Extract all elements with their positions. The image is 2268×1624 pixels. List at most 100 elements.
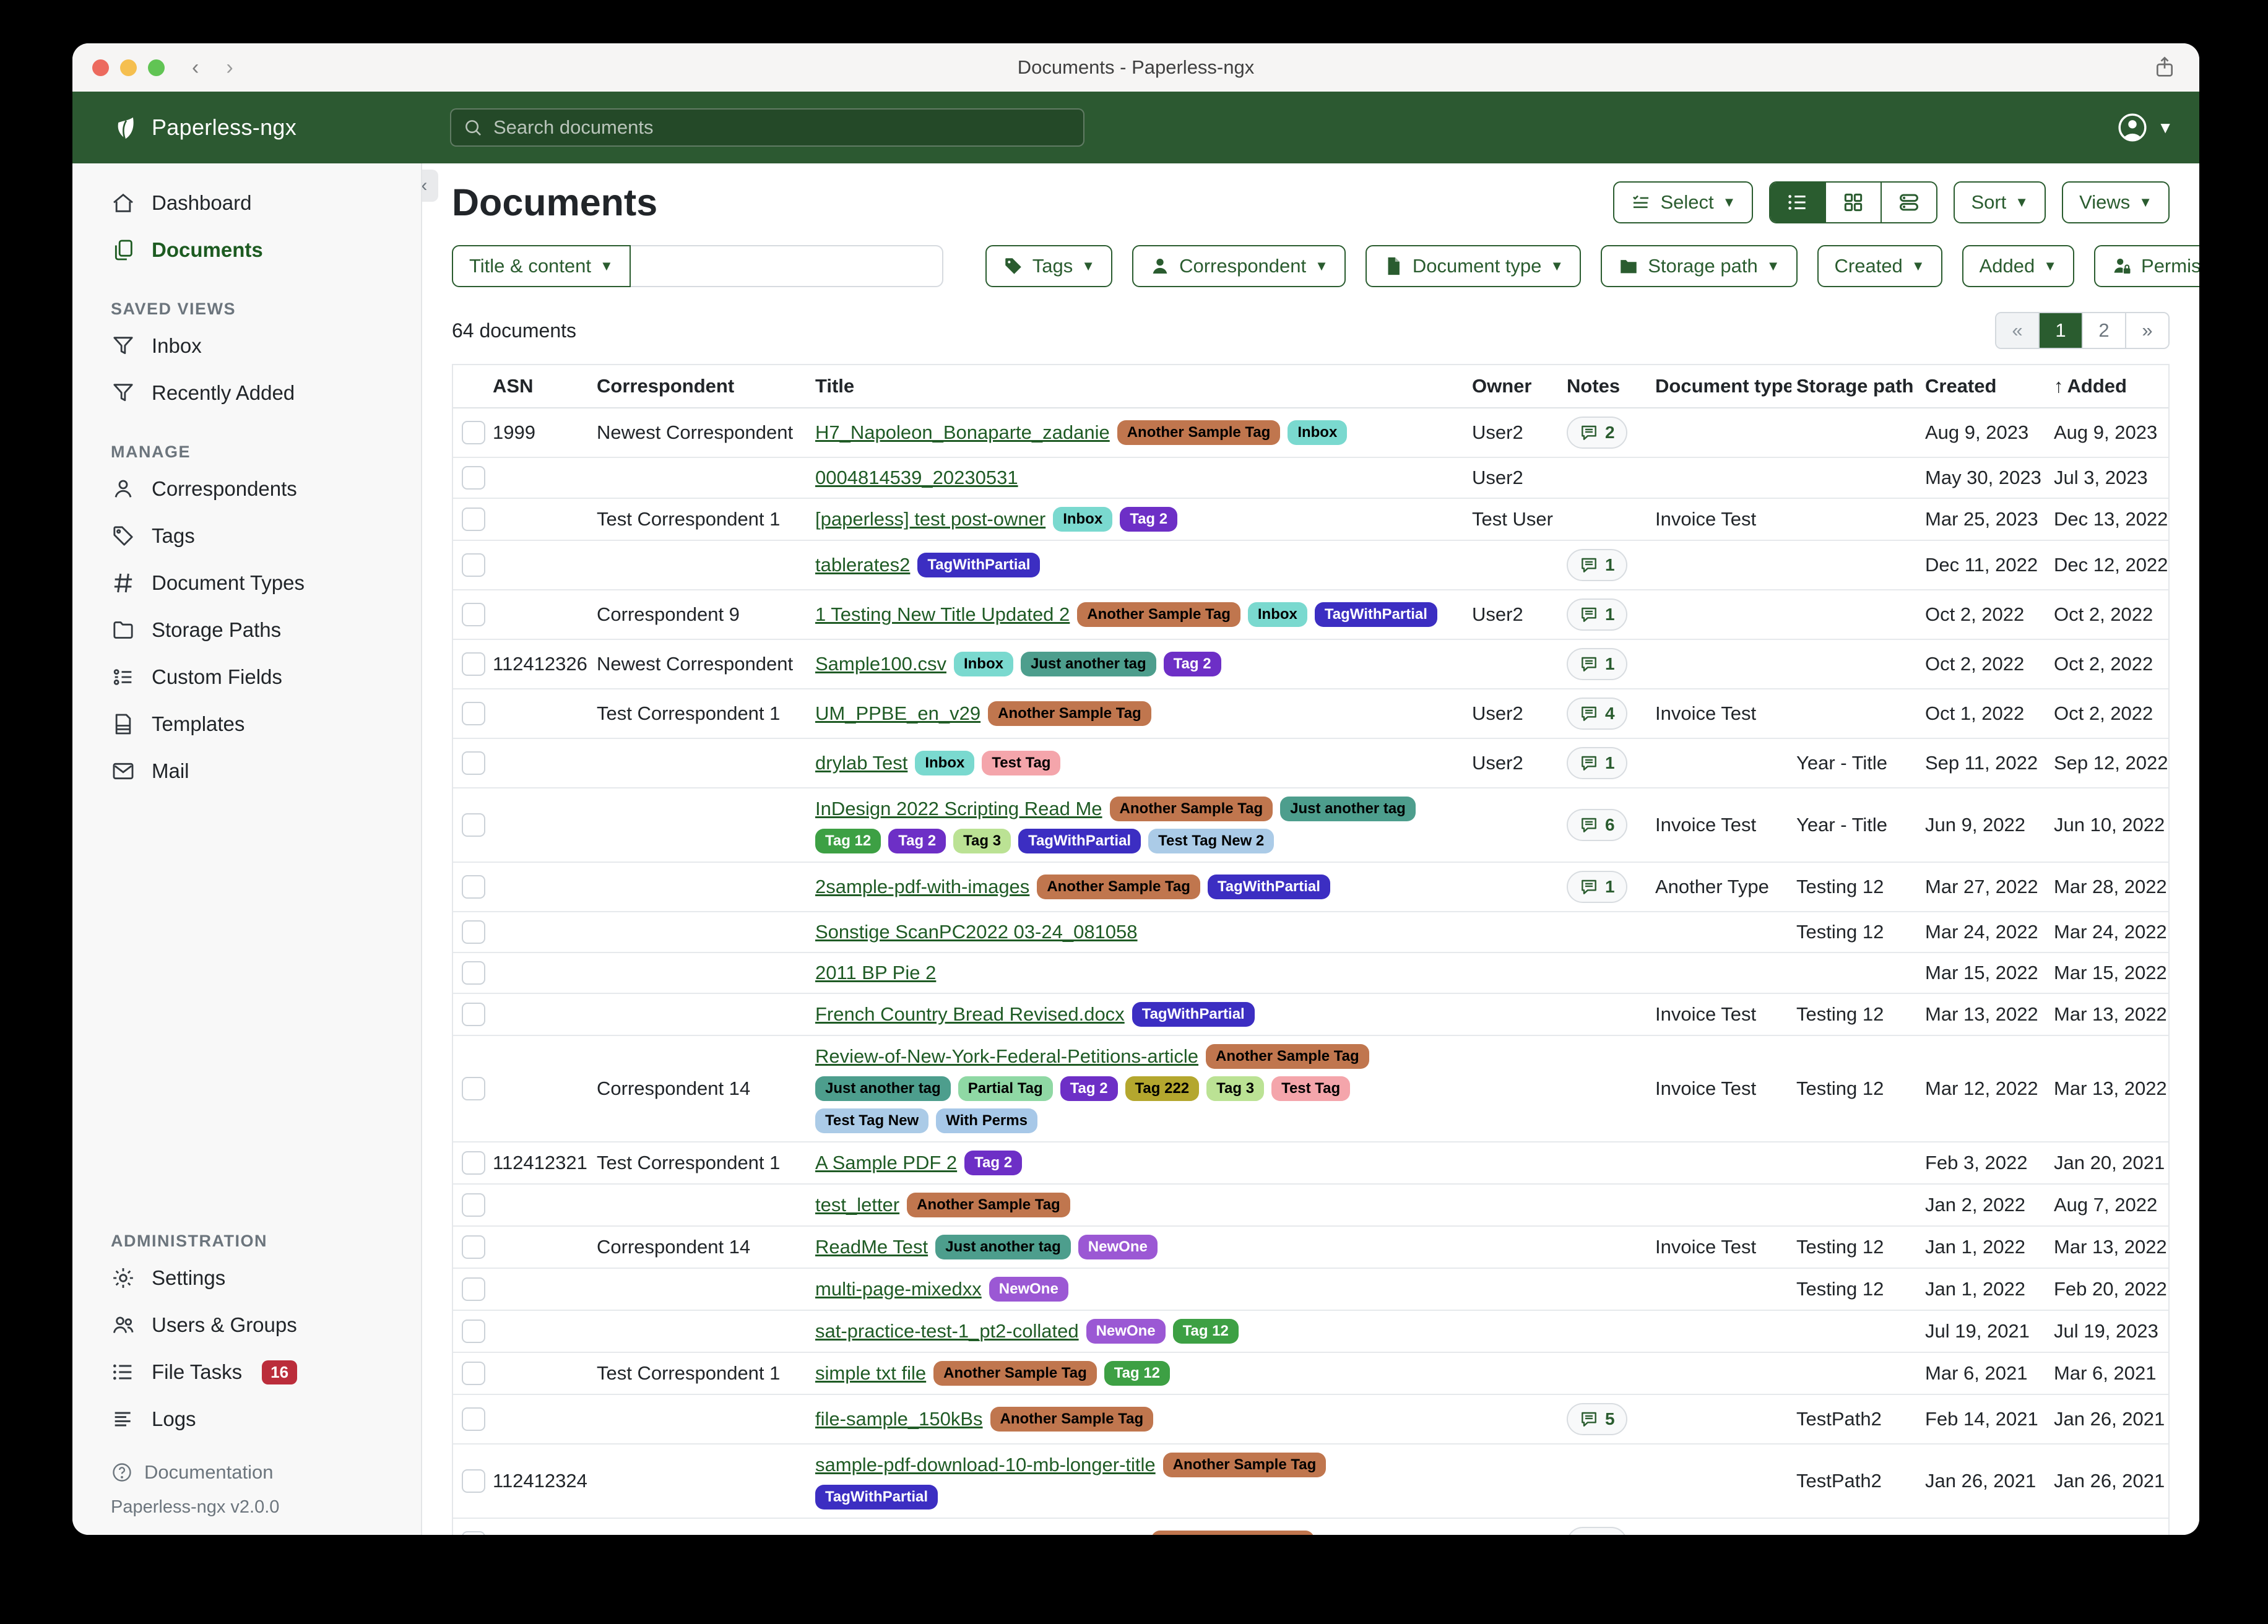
row-checkbox[interactable] — [462, 421, 485, 444]
added-filter-button[interactable]: Added ▼ — [1962, 245, 2074, 287]
document-link[interactable]: ReadMe Test — [815, 1236, 928, 1258]
sidebar-item-storage-paths[interactable]: Storage Paths — [72, 607, 421, 654]
sidebar-collapse-button[interactable]: « — [422, 170, 438, 202]
sidebar-item-recently-added[interactable]: Recently Added — [72, 369, 421, 417]
created-filter-button[interactable]: Created ▼ — [1817, 245, 1942, 287]
sidebar-item-users-groups[interactable]: Users & Groups — [72, 1302, 421, 1349]
tag-badge[interactable]: TagWithPartial — [1018, 829, 1141, 853]
tag-badge[interactable]: Just another tag — [1280, 797, 1416, 821]
document-link[interactable]: Sample100.csv — [815, 653, 946, 675]
sidebar-item-correspondents[interactable]: Correspondents — [72, 465, 421, 512]
document-link[interactable]: sample-pdf-download-10-mb copy_red — [815, 1532, 1144, 1535]
tags-filter-button[interactable]: Tags ▼ — [985, 245, 1112, 287]
tag-badge[interactable]: Tag 12 — [1173, 1319, 1239, 1344]
row-checkbox[interactable] — [462, 702, 485, 725]
sidebar-item-file-tasks[interactable]: File Tasks16 — [72, 1349, 421, 1396]
row-checkbox[interactable] — [462, 1407, 485, 1431]
tag-badge[interactable]: Just another tag — [815, 1076, 951, 1101]
list-view-button[interactable] — [1770, 183, 1826, 222]
tag-badge[interactable]: Another Sample Tag — [1077, 602, 1240, 627]
tag-badge[interactable]: Another Sample Tag — [1117, 420, 1281, 445]
column-header-notes[interactable]: Notes — [1567, 375, 1650, 397]
tag-badge[interactable]: Tag 12 — [1104, 1361, 1170, 1386]
tag-badge[interactable]: Another Sample Tag — [1037, 875, 1200, 899]
document-link[interactable]: [paperless] test post-owner — [815, 508, 1045, 530]
tag-badge[interactable]: Tag 2 — [888, 829, 946, 853]
pagination-page-2[interactable]: 2 — [2083, 313, 2126, 348]
tag-badge[interactable]: TagWithPartial — [917, 553, 1040, 577]
document-link[interactable]: A Sample PDF 2 — [815, 1152, 957, 1174]
tag-badge[interactable]: Just another tag — [935, 1235, 1071, 1259]
tag-badge[interactable]: Another Sample Tag — [1206, 1044, 1369, 1069]
document-link[interactable]: UM_PPBE_en_v29 — [815, 702, 980, 725]
row-checkbox[interactable] — [462, 1469, 485, 1493]
tag-badge[interactable]: Tag 12 — [815, 829, 881, 853]
document-link[interactable]: test_letter — [815, 1194, 899, 1216]
views-button[interactable]: Views ▼ — [2062, 181, 2170, 223]
document-link[interactable]: 0004814539_20230531 — [815, 467, 1018, 489]
tag-badge[interactable]: Another Sample Tag — [1110, 797, 1273, 821]
title-content-input[interactable] — [631, 245, 943, 287]
document-link[interactable]: 2sample-pdf-with-images — [815, 876, 1029, 898]
tag-badge[interactable]: Inbox — [954, 652, 1013, 676]
correspondent-filter-button[interactable]: Correspondent ▼ — [1132, 245, 1346, 287]
sidebar-item-custom-fields[interactable]: Custom Fields — [72, 654, 421, 701]
column-header-storage-path[interactable]: Storage path — [1796, 375, 1920, 397]
sidebar-item-mail[interactable]: Mail — [72, 748, 421, 795]
row-checkbox[interactable] — [462, 813, 485, 837]
notes-badge[interactable]: 5 — [1567, 1403, 1627, 1435]
tag-badge[interactable]: Tag 3 — [953, 829, 1011, 853]
tag-badge[interactable]: TagWithPartial — [1315, 602, 1437, 627]
tag-badge[interactable]: Inbox — [1288, 420, 1347, 445]
row-checkbox[interactable] — [462, 1003, 485, 1026]
tag-badge[interactable]: Inbox — [1053, 507, 1112, 532]
title-content-dropdown[interactable]: Title & content ▼ — [452, 245, 631, 287]
tag-badge[interactable]: Tag 2 — [1060, 1076, 1118, 1101]
tag-badge[interactable]: Another Sample Tag — [933, 1361, 1097, 1386]
document-link[interactable]: 2011 BP Pie 2 — [815, 962, 936, 984]
row-checkbox[interactable] — [462, 652, 485, 676]
tag-badge[interactable]: Another Sample Tag — [907, 1193, 1070, 1217]
sidebar-item-documents[interactable]: Documents — [72, 227, 421, 274]
back-icon[interactable]: ‹ — [192, 56, 199, 80]
document-link[interactable]: sample-pdf-download-10-mb-longer-title — [815, 1454, 1156, 1476]
notes-badge[interactable]: 2 — [1567, 417, 1627, 449]
column-header-document-type[interactable]: Document type — [1655, 375, 1791, 397]
notes-badge[interactable]: 1 — [1567, 747, 1627, 779]
pagination-next-button[interactable]: » — [2126, 313, 2168, 348]
notes-badge[interactable]: 1 — [1567, 871, 1627, 903]
tag-badge[interactable]: Another Sample Tag — [1151, 1531, 1315, 1535]
row-checkbox[interactable] — [462, 1151, 485, 1175]
permissions-filter-button[interactable]: Permissions ▼ — [2094, 245, 2199, 287]
sidebar-item-inbox[interactable]: Inbox — [72, 322, 421, 369]
search-input[interactable] — [492, 116, 1072, 139]
storage-path-filter-button[interactable]: Storage path ▼ — [1601, 245, 1797, 287]
tag-badge[interactable]: TagWithPartial — [815, 1485, 938, 1510]
tag-badge[interactable]: Test Tag New — [815, 1108, 928, 1133]
document-link[interactable]: sat-practice-test-1_pt2-collated — [815, 1320, 1079, 1342]
detail-view-button[interactable] — [1882, 183, 1936, 222]
row-checkbox[interactable] — [462, 1277, 485, 1301]
column-header-added[interactable]: ↑Added — [2054, 375, 2168, 397]
row-checkbox[interactable] — [462, 466, 485, 490]
tag-badge[interactable]: Tag 222 — [1125, 1076, 1200, 1101]
notes-badge[interactable]: 1 — [1567, 598, 1627, 631]
tag-badge[interactable]: Test Tag New 2 — [1148, 829, 1274, 853]
tag-badge[interactable]: Another Sample Tag — [988, 701, 1151, 726]
share-icon[interactable] — [2152, 55, 2177, 80]
tag-badge[interactable]: Tag 3 — [1206, 1076, 1264, 1101]
tag-badge[interactable]: Another Sample Tag — [1163, 1453, 1327, 1477]
brand[interactable]: Paperless-ngx — [111, 113, 296, 142]
tag-badge[interactable]: NewOne — [1086, 1319, 1166, 1344]
tag-badge[interactable]: Tag 2 — [1120, 507, 1177, 532]
row-checkbox[interactable] — [462, 961, 485, 985]
tag-badge[interactable]: Test Tag — [1271, 1076, 1350, 1101]
sort-button[interactable]: Sort ▼ — [1954, 181, 2046, 223]
tag-badge[interactable]: Just another tag — [1021, 652, 1156, 676]
tag-badge[interactable]: TagWithPartial — [1132, 1002, 1255, 1027]
column-header-owner[interactable]: Owner — [1472, 375, 1562, 397]
sidebar-item-settings[interactable]: Settings — [72, 1255, 421, 1302]
column-header-correspondent[interactable]: Correspondent — [597, 375, 810, 397]
tag-badge[interactable]: NewOne — [989, 1277, 1068, 1302]
document-link[interactable]: Sonstige ScanPC2022 03-24_081058 — [815, 921, 1138, 943]
